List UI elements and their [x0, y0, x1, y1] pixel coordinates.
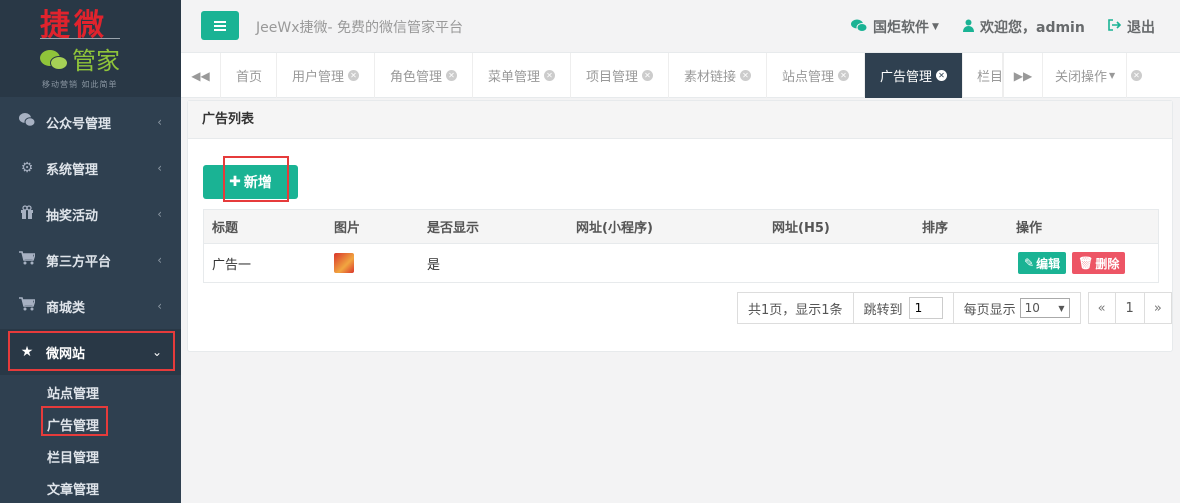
column-header: 网址(小程序): [576, 221, 653, 236]
highlight-box: [41, 406, 108, 436]
panel-title: 广告列表: [188, 101, 1172, 139]
company-dropdown[interactable]: 国炬软件 ▼: [851, 17, 939, 37]
close-icon[interactable]: ✕: [838, 70, 850, 81]
cart-icon: [17, 297, 37, 315]
edit-icon: ✎: [1024, 256, 1035, 270]
chevron-left-icon: ‹: [157, 161, 162, 175]
sidebar: 捷微 管家 移动营销 如此简单 公众号管理 ‹ ⚙ 系统管理 ‹ 抽奖活动 ‹ …: [0, 0, 181, 503]
logout-link[interactable]: 退出: [1108, 17, 1155, 37]
close-icon[interactable]: ✕: [348, 70, 360, 81]
logo-divider: [40, 38, 120, 39]
table-header: 标题 图片 是否显示 网址(小程序) 网址(H5) 排序 操作: [204, 210, 1158, 244]
sidebar-item-system[interactable]: ⚙ 系统管理 ‹: [0, 145, 181, 191]
tab-sites[interactable]: 站点管理 ✕: [767, 53, 865, 98]
logo-slogan: 移动营销 如此简单: [42, 80, 118, 89]
ad-thumbnail[interactable]: [334, 253, 354, 273]
tab-columns[interactable]: 栏目: [963, 53, 1003, 98]
pager-jump: 跳转到: [852, 292, 954, 324]
edit-button[interactable]: ✎ 编辑: [1018, 252, 1067, 274]
page-number-button[interactable]: 1: [1114, 292, 1145, 324]
prev-page-button[interactable]: «: [1087, 292, 1116, 324]
gear-icon: ⚙: [20, 160, 34, 176]
platform-title: JeeWx捷微- 免费的微信管家平台: [256, 20, 463, 36]
caret-down-icon: ▼: [932, 22, 939, 32]
per-page-select[interactable]: 10 ▼: [1019, 298, 1070, 318]
wechat-icon: [851, 19, 868, 36]
wechat-logo-icon: [40, 46, 70, 72]
next-page-button[interactable]: »: [1143, 292, 1172, 324]
tab-users[interactable]: 用户管理 ✕: [277, 53, 375, 98]
cart-icon: [17, 251, 37, 269]
caret-down-icon: ▼: [1109, 71, 1116, 80]
gift-icon: [17, 205, 37, 223]
tab-material-links[interactable]: 素材链接 ✕: [669, 53, 767, 98]
tabs-scroll-left-button[interactable]: ◀◀: [181, 53, 221, 98]
close-icon[interactable]: ✕: [740, 70, 752, 81]
tab-home[interactable]: 首页: [221, 53, 277, 98]
user-icon: [963, 19, 974, 36]
column-header: 图片: [334, 221, 361, 236]
close-icon[interactable]: ✕: [1131, 70, 1142, 81]
sidebar-item-wechat-accounts[interactable]: 公众号管理 ‹: [0, 99, 181, 145]
tab-close-all[interactable]: ✕: [1127, 53, 1147, 98]
trash-icon: 🗑: [1078, 256, 1094, 270]
tab-ads[interactable]: 广告管理 ✕: [865, 53, 963, 98]
ad-table: 标题 图片 是否显示 网址(小程序) 网址(H5) 排序 操作 广告一 是 ✎ …: [203, 209, 1159, 283]
sign-out-icon: [1108, 19, 1122, 35]
sidebar-subitem-site[interactable]: 站点管理: [47, 383, 99, 402]
tab-roles[interactable]: 角色管理 ✕: [375, 53, 473, 98]
chevron-left-icon: ‹: [157, 207, 162, 221]
column-header: 操作: [1016, 221, 1043, 236]
user-welcome: 欢迎您，admin: [963, 17, 1085, 37]
pagination: 共1页，显示1条 跳转到 每页显示 10 ▼ « 1 »: [737, 292, 1172, 324]
column-header: 排序: [922, 221, 949, 236]
hamburger-icon: [214, 20, 226, 31]
ad-image: [334, 244, 354, 282]
delete-button[interactable]: 🗑 删除: [1072, 252, 1126, 274]
sidebar-subitem-columns[interactable]: 栏目管理: [47, 447, 99, 466]
tab-projects[interactable]: 项目管理 ✕: [571, 53, 669, 98]
row-actions: ✎ 编辑 🗑 删除: [1018, 244, 1126, 282]
pager-summary: 共1页，显示1条: [737, 292, 854, 324]
ad-visible: 是: [427, 257, 441, 273]
jump-page-input[interactable]: [908, 297, 943, 319]
column-header: 标题: [212, 221, 239, 236]
wechat-icon: [17, 113, 37, 131]
column-header: 网址(H5): [772, 221, 830, 236]
logo-subtitle: 管家: [40, 41, 120, 76]
sidebar-subitem-articles[interactable]: 文章管理: [47, 479, 99, 498]
ad-list-panel: 广告列表 ✚ 新增 标题 图片 是否显示 网址(小程序) 网址(H5) 排序 操…: [187, 100, 1173, 352]
tabs-scroll-right-button[interactable]: ▶▶: [1003, 53, 1043, 98]
sidebar-item-third-party[interactable]: 第三方平台 ‹: [0, 237, 181, 283]
page-tabs: ◀◀ 首页 用户管理 ✕ 角色管理 ✕ 菜单管理 ✕ 项目管理 ✕ 素材链接 ✕ 站点管理…: [181, 53, 1180, 98]
sidebar-item-mall[interactable]: 商城类 ‹: [0, 283, 181, 329]
chevron-left-icon: ‹: [157, 115, 162, 129]
chevron-left-icon: ‹: [157, 299, 162, 313]
tab-menus[interactable]: 菜单管理 ✕: [473, 53, 571, 98]
top-navbar: JeeWx捷微- 免费的微信管家平台 国炬软件 ▼ 欢迎您，admin 退出: [181, 0, 1180, 53]
close-icon[interactable]: ✕: [446, 70, 458, 81]
highlight-box: [223, 156, 289, 202]
chevron-left-icon: ‹: [157, 253, 162, 267]
menu-toggle-button[interactable]: [201, 11, 239, 40]
table-row: 广告一 是 ✎ 编辑 🗑 删除: [204, 244, 1158, 282]
close-icon[interactable]: ✕: [936, 70, 948, 81]
close-icon[interactable]: ✕: [544, 70, 556, 81]
caret-down-icon: ▼: [1058, 303, 1065, 313]
logo: 捷微 管家 移动营销 如此简单: [0, 0, 181, 97]
tab-close-operations-dropdown[interactable]: 关闭操作 ▼: [1043, 53, 1127, 98]
column-header: 是否显示: [427, 221, 480, 236]
ad-title: 广告一: [212, 257, 252, 273]
pager-per-page: 每页显示 10 ▼: [952, 292, 1081, 324]
sidebar-item-lottery[interactable]: 抽奖活动 ‹: [0, 191, 181, 237]
close-icon[interactable]: ✕: [642, 70, 654, 81]
highlight-box: [8, 331, 175, 371]
